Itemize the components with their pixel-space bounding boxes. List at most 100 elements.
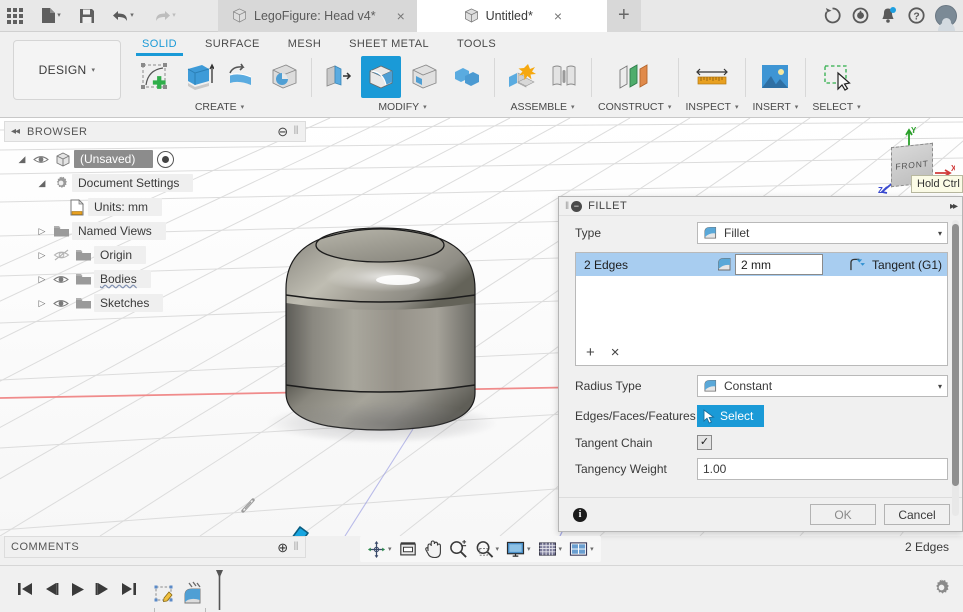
refresh-button[interactable] <box>818 0 846 32</box>
tree-label-named-views[interactable]: Named Views <box>72 222 166 240</box>
grid-snaps-button[interactable]: ▾ <box>535 541 566 558</box>
ribbon-tab-sheet-metal[interactable]: SHEET METAL <box>335 36 443 54</box>
close-icon[interactable]: × <box>397 8 405 24</box>
browser-minimize-icon[interactable]: ⊖ <box>277 125 288 138</box>
offset-plane-button[interactable] <box>611 56 659 98</box>
tangency-weight-input[interactable]: 1.00 <box>697 458 948 480</box>
combine-button[interactable] <box>447 56 487 98</box>
tree-label-bodies[interactable]: Bodies <box>94 270 151 288</box>
tree-row-unsaved[interactable]: ◢ (Unsaved) <box>14 147 304 171</box>
expand-arrow-icon[interactable]: ▷ <box>34 250 50 261</box>
dialog-scrollbar[interactable] <box>952 220 959 516</box>
redo-button[interactable]: ▾ <box>144 1 186 31</box>
timeline-marker-icon[interactable] <box>216 568 223 610</box>
hole-button[interactable] <box>264 56 304 98</box>
tree-label-sketches[interactable]: Sketches <box>94 294 164 312</box>
measure-button[interactable] <box>690 56 734 98</box>
tree-row-document-settings[interactable]: ◢ Document Settings <box>14 171 304 195</box>
close-icon[interactable]: × <box>554 8 562 24</box>
tangent-chain-checkbox[interactable]: ✓ <box>697 435 712 450</box>
fillet-type-dropdown[interactable]: Fillet ▾ <box>697 222 948 244</box>
history-button[interactable] <box>846 0 874 32</box>
extrude-button[interactable] <box>178 56 218 98</box>
file-menu-button[interactable]: ▾ <box>30 1 72 31</box>
expand-arrow-icon[interactable]: ▷ <box>34 298 50 309</box>
panel-construct-label[interactable]: CONSTRUCT ▾ <box>598 101 671 113</box>
display-settings-button[interactable]: ▾ <box>503 541 534 558</box>
visibility-eye-icon[interactable] <box>50 274 72 285</box>
fillet-dialog-titlebar[interactable]: ‖ − FILLET ▸▸ <box>559 197 962 216</box>
new-component-button[interactable] <box>501 56 541 98</box>
document-tab-legofigure[interactable]: LegoFigure: Head v4* × <box>218 0 417 32</box>
joint-button[interactable] <box>544 56 584 98</box>
insert-image-button[interactable] <box>755 56 795 98</box>
shell-button[interactable] <box>404 56 444 98</box>
select-edges-button[interactable]: Select <box>697 405 765 427</box>
save-button[interactable] <box>72 1 102 31</box>
tree-label-units[interactable]: Units: mm <box>88 198 162 216</box>
fillet-dialog[interactable]: ‖ − FILLET ▸▸ Type Fillet ▾ 2 Edges 2 mm… <box>558 196 963 532</box>
workspace-switcher-button[interactable]: DESIGN ▾ <box>13 40 121 100</box>
app-grid-menu-button[interactable] <box>0 1 30 31</box>
create-sketch-button[interactable] <box>135 56 175 98</box>
visibility-eye-icon[interactable] <box>50 298 72 309</box>
ribbon-tab-surface[interactable]: SURFACE <box>191 36 274 54</box>
activate-component-radio[interactable] <box>157 150 175 168</box>
dialog-drag-grip[interactable]: ‖ <box>565 201 569 212</box>
tree-row-named-views[interactable]: ▷ Named Views <box>14 219 304 243</box>
timeline-step-back-button[interactable] <box>38 574 64 604</box>
viewports-button[interactable]: ▾ <box>566 541 597 558</box>
ribbon-tab-solid[interactable]: SOLID <box>128 36 191 56</box>
orbit-button[interactable]: ▾ <box>364 540 395 559</box>
dialog-collapse-button[interactable]: − <box>571 200 583 212</box>
ribbon-tab-tools[interactable]: TOOLS <box>443 36 510 54</box>
expand-arrow-icon[interactable]: ◢ <box>34 178 50 189</box>
timeline-feature-fillet[interactable] <box>180 580 206 610</box>
tree-row-sketches[interactable]: ▷ Sketches <box>14 291 304 315</box>
fillet-button[interactable] <box>361 56 401 98</box>
visibility-eye-off-icon[interactable] <box>50 249 72 261</box>
new-tab-button[interactable]: + <box>606 0 641 32</box>
look-at-button[interactable] <box>396 541 420 558</box>
pan-button[interactable] <box>421 539 445 559</box>
timeline-go-to-end-button[interactable] <box>116 574 142 604</box>
info-icon[interactable]: i <box>573 507 587 522</box>
fillet-drag-arrow-handle[interactable] <box>278 523 312 536</box>
tree-label-origin[interactable]: Origin <box>94 246 147 264</box>
ok-button[interactable]: OK <box>810 504 876 525</box>
panel-select-label[interactable]: SELECT ▾ <box>812 101 860 113</box>
edge-radius-input[interactable]: 2 mm <box>735 254 823 275</box>
radius-type-dropdown[interactable]: Constant ▾ <box>697 375 948 397</box>
document-tab-untitled[interactable]: Untitled* × <box>416 0 607 32</box>
panel-modify-label[interactable]: MODIFY ▾ <box>378 101 426 113</box>
dialog-expand-icon[interactable]: ▸▸ <box>950 201 958 212</box>
add-edge-selection-button[interactable]: + <box>586 345 595 360</box>
panel-assemble-label[interactable]: ASSEMBLE ▾ <box>510 101 574 113</box>
panel-insert-label[interactable]: INSERT ▾ <box>752 101 798 113</box>
press-pull-button[interactable] <box>318 56 358 98</box>
fillet-edge-list[interactable]: 2 Edges 2 mm Tangent (G1) + × <box>575 252 948 366</box>
tree-row-units[interactable]: Units: mm <box>14 195 304 219</box>
browser-resize-grip[interactable]: ⦀ <box>294 125 299 138</box>
tree-label-document-settings[interactable]: Document Settings <box>72 174 194 192</box>
timeline-feature-sketch[interactable] <box>152 580 178 610</box>
panel-create-label[interactable]: CREATE ▾ <box>195 101 244 113</box>
zoom-window-button[interactable]: ▾ <box>472 540 503 559</box>
fillet-edge-row[interactable]: 2 Edges 2 mm Tangent (G1) <box>576 253 947 276</box>
ribbon-tab-mesh[interactable]: MESH <box>274 36 335 54</box>
expand-arrow-icon[interactable]: ▷ <box>34 274 50 285</box>
remove-edge-selection-button[interactable]: × <box>611 345 620 360</box>
tree-label-unsaved[interactable]: (Unsaved) <box>74 150 154 168</box>
panel-inspect-label[interactable]: INSPECT ▾ <box>685 101 738 113</box>
tree-row-bodies[interactable]: ▷ Bodies <box>14 267 304 291</box>
edge-continuity[interactable]: Tangent (G1) <box>849 258 942 272</box>
notifications-button[interactable] <box>874 0 902 32</box>
expand-arrow-icon[interactable]: ◢ <box>14 154 30 165</box>
timeline-play-button[interactable] <box>64 574 90 604</box>
tree-row-origin[interactable]: ▷ Origin <box>14 243 304 267</box>
timeline-settings-button[interactable] <box>932 578 951 600</box>
undo-button[interactable]: ▾ <box>102 1 144 31</box>
timeline-go-to-beginning-button[interactable] <box>12 574 38 604</box>
revolve-button[interactable] <box>221 56 261 98</box>
timeline-step-forward-button[interactable] <box>90 574 116 604</box>
